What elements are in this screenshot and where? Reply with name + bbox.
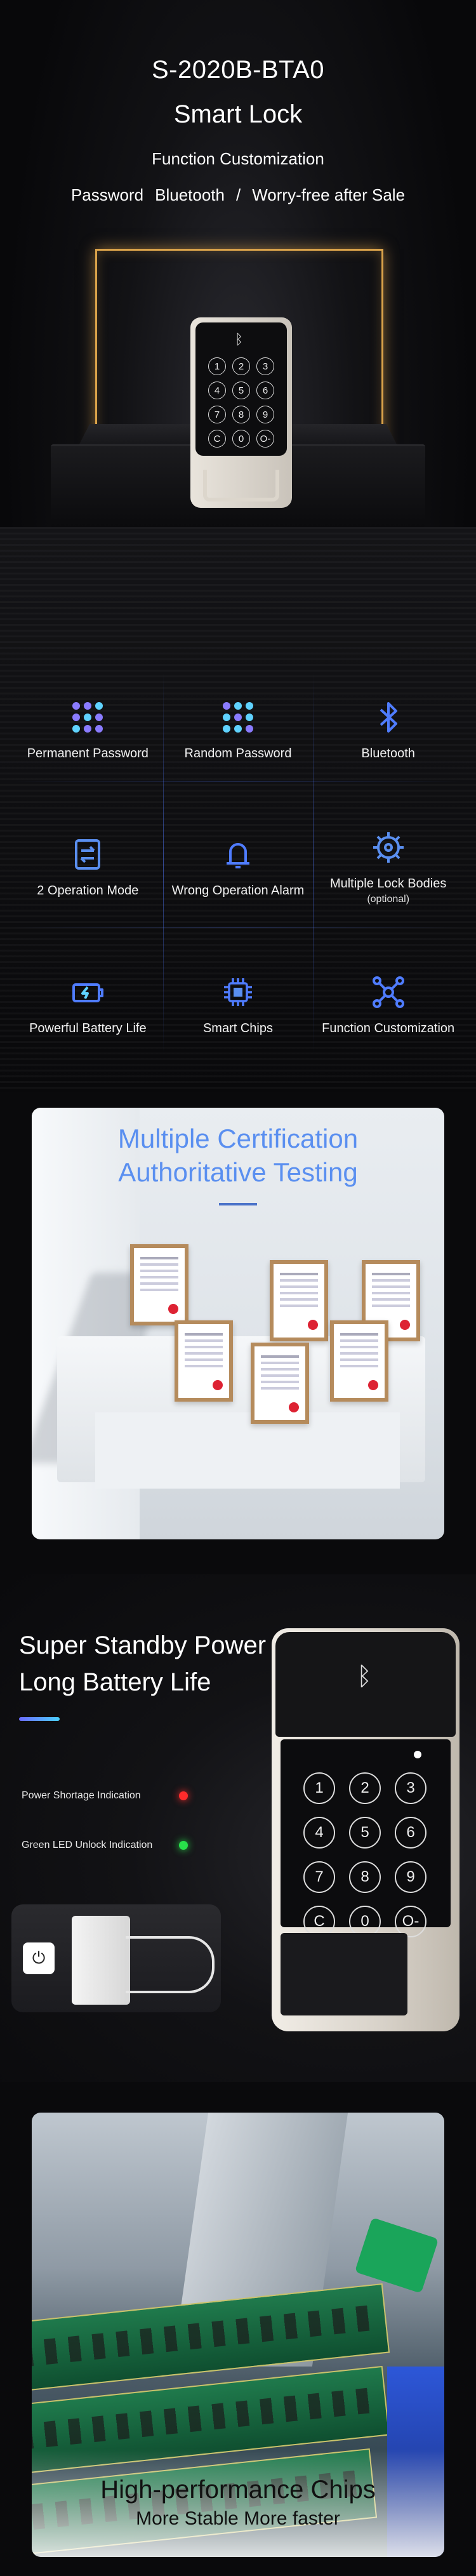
battery-keypad: 1 2 3 4 5 6 7 8 9 C 0 O- [303,1772,426,1937]
key-3: 3 [395,1772,426,1804]
feature-label: Permanent Password [27,746,149,760]
feature-grid: Permanent Password Random Password Bluet… [13,660,463,1073]
product-title: Smart Lock [173,100,303,128]
feature-label: Powerful Battery Life [29,1021,147,1036]
key-4: 4 [208,382,226,399]
green-led-label: Green LED Unlock Indication [22,1840,153,1850]
chips-title: High-performance Chips [100,2476,376,2504]
key-7: 7 [208,406,226,423]
tagline-after-sale: Worry-free after Sale [252,185,406,204]
emergency-power-icon: ⏻ [23,1942,55,1974]
chips-subtitle: More Stable More faster [136,2508,340,2529]
feature-lock-bodies: Multiple Lock Bodies (optional) [313,798,463,936]
feature-label: Random Password [184,746,292,760]
green-led-indicator [179,1841,188,1850]
bluetooth-icon: ᛒ [235,331,244,347]
battery-icon [67,972,108,1012]
product-page: S-2020B-BTA0 Smart Lock Function Customi… [0,0,476,2576]
hero-tagline: Password Bluetooth / Worry-free after Sa… [0,185,476,205]
feature-bluetooth: Bluetooth [313,660,463,798]
certificate-frame [175,1320,233,1402]
battery-lock-image: ᛒ 1 2 3 4 5 6 7 8 9 C 0 O- [272,1628,459,2031]
cert-title-line2: Authoritative Testing [118,1157,358,1187]
certificate-frame [130,1244,188,1325]
tagline-separator: / [235,185,241,204]
key-1: 1 [208,357,226,375]
key-9: 9 [256,406,274,423]
bell-icon [218,834,258,875]
feature-random-password: Random Password [163,660,314,798]
cert-title-line1: Multiple Certification [117,1124,359,1153]
feature-operation-mode: 2 Operation Mode [13,798,163,936]
certificate-frame [270,1260,328,1341]
hero-lock-image: ᛒ 1 2 3 4 5 6 7 8 9 C 0 O- [190,317,292,508]
power-shortage-label: Power Shortage Indication [22,1790,141,1801]
lock-face: ᛒ 1 2 3 4 5 6 7 8 9 C 0 O- [195,322,287,456]
model-title: S-2020B-BTA0 [151,56,325,84]
key-5: 5 [349,1817,381,1849]
chip-icon [218,972,258,1012]
lock-lower-panel [281,1933,407,2015]
key-9: 9 [395,1861,426,1893]
feature-function-customization: Function Customization [313,935,463,1073]
lock-handle [203,470,279,501]
feature-label: Function Customization [322,1021,455,1036]
feature-label: Smart Chips [202,1021,273,1036]
key-6: 6 [256,382,274,399]
feature-label: Bluetooth [361,746,415,760]
feature-label: 2 Operation Mode [37,884,139,898]
mode-switch-icon [67,834,108,875]
red-led-indicator [179,1791,188,1800]
dots-grid-icon [218,697,258,738]
gear-icon [368,827,409,868]
feature-wrong-operation-alarm: Wrong Operation Alarm [163,798,314,936]
tagline-bluetooth: Bluetooth [155,185,225,204]
key-7: 7 [303,1861,335,1893]
key-4: 4 [303,1817,335,1849]
key-8: 8 [232,406,250,423]
battery-title-line1: Super Standby Power [19,1631,267,1659]
key-2: 2 [232,357,250,375]
title-underline [219,1203,257,1205]
certification-section: Multiple Certification Authoritative Tes… [32,1108,444,1539]
feature-sublabel: (optional) [367,894,410,905]
bluetooth-icon [368,697,409,738]
power-bank-image: ⏻ [11,1904,221,2012]
lock-head: ᛒ [275,1632,456,1737]
feature-battery-life: Powerful Battery Life [13,935,163,1073]
hero-keypad: 1 2 3 4 5 6 7 8 9 C 0 O- [208,357,274,448]
hero-subtitle: Function Customization [152,149,324,168]
feature-permanent-password: Permanent Password [13,660,163,798]
dots-grid-icon [67,697,108,738]
key-2: 2 [349,1772,381,1804]
key-c: C [208,430,226,448]
hero-section: S-2020B-BTA0 Smart Lock Function Customi… [0,0,476,1092]
tagline-password: Password [70,185,144,204]
key-lock: O- [256,430,274,448]
feature-smart-chips: Smart Chips [163,935,314,1073]
bluetooth-icon: ᛒ [357,1663,372,1690]
key-8: 8 [349,1861,381,1893]
network-icon [368,972,409,1012]
certificate-frame [330,1320,388,1402]
feature-label: Wrong Operation Alarm [171,884,305,898]
title-underline [19,1717,60,1721]
key-0: 0 [232,430,250,448]
feature-label: Multiple Lock Bodies [329,877,447,891]
battery-title-line2: Long Battery Life [19,1668,211,1696]
key-3: 3 [256,357,274,375]
key-6: 6 [395,1817,426,1849]
machine-part [354,2217,439,2294]
usb-cable [126,1936,215,1993]
chips-section: High-performance Chips More Stable More … [32,2113,444,2557]
key-1: 1 [303,1772,335,1804]
status-led [414,1751,421,1758]
certificate-frame [251,1343,309,1424]
power-bank [72,1916,130,2005]
key-5: 5 [232,382,250,399]
lock-face: 1 2 3 4 5 6 7 8 9 C 0 O- [281,1739,451,1937]
display-step [95,1412,400,1489]
